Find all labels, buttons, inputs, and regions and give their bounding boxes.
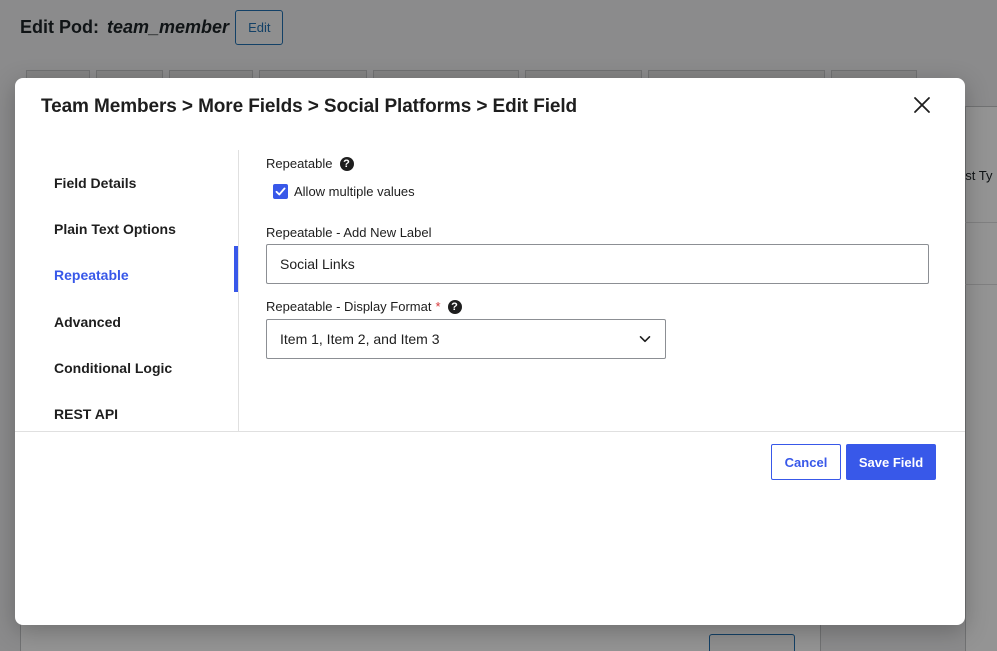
repeatable-label: Repeatable ? [266,156,354,171]
display-format-value: Item 1, Item 2, and Item 3 [280,331,440,347]
chevron-down-icon [639,336,651,343]
nav-item-plain-text-options[interactable]: Plain Text Options [54,221,234,237]
display-format-label-text: Repeatable - Display Format [266,299,432,314]
repeatable-label-text: Repeatable [266,156,333,171]
add-new-label-input[interactable] [266,244,929,284]
add-new-label-label: Repeatable - Add New Label [266,225,432,240]
modal-sidebar-nav: Field Details Plain Text Options Repeata… [15,150,239,431]
allow-multiple-row: Allow multiple values [273,184,415,199]
display-format-select[interactable]: Item 1, Item 2, and Item 3 [266,319,666,359]
nav-item-repeatable[interactable]: Repeatable [54,267,234,283]
nav-item-rest-api[interactable]: REST API [54,406,234,422]
display-format-label: Repeatable - Display Format * ? [266,299,462,314]
nav-item-conditional-logic[interactable]: Conditional Logic [54,360,234,376]
active-nav-indicator [234,246,238,292]
help-icon[interactable]: ? [447,299,462,314]
nav-item-advanced[interactable]: Advanced [54,314,234,330]
allow-multiple-checkbox[interactable] [273,184,288,199]
required-marker: * [435,299,441,314]
modal-footer-divider [15,431,965,432]
help-icon[interactable]: ? [339,156,354,171]
modal-title: Team Members > More Fields > Social Plat… [41,96,578,117]
cancel-button[interactable]: Cancel [771,444,841,480]
save-field-button[interactable]: Save Field [846,444,936,480]
add-new-label-label-text: Repeatable - Add New Label [266,225,432,240]
nav-item-field-details[interactable]: Field Details [54,175,234,191]
allow-multiple-label: Allow multiple values [294,184,415,199]
edit-field-modal: Team Members > More Fields > Social Plat… [15,78,965,625]
close-icon[interactable] [911,94,933,116]
checkmark-icon [275,187,286,196]
